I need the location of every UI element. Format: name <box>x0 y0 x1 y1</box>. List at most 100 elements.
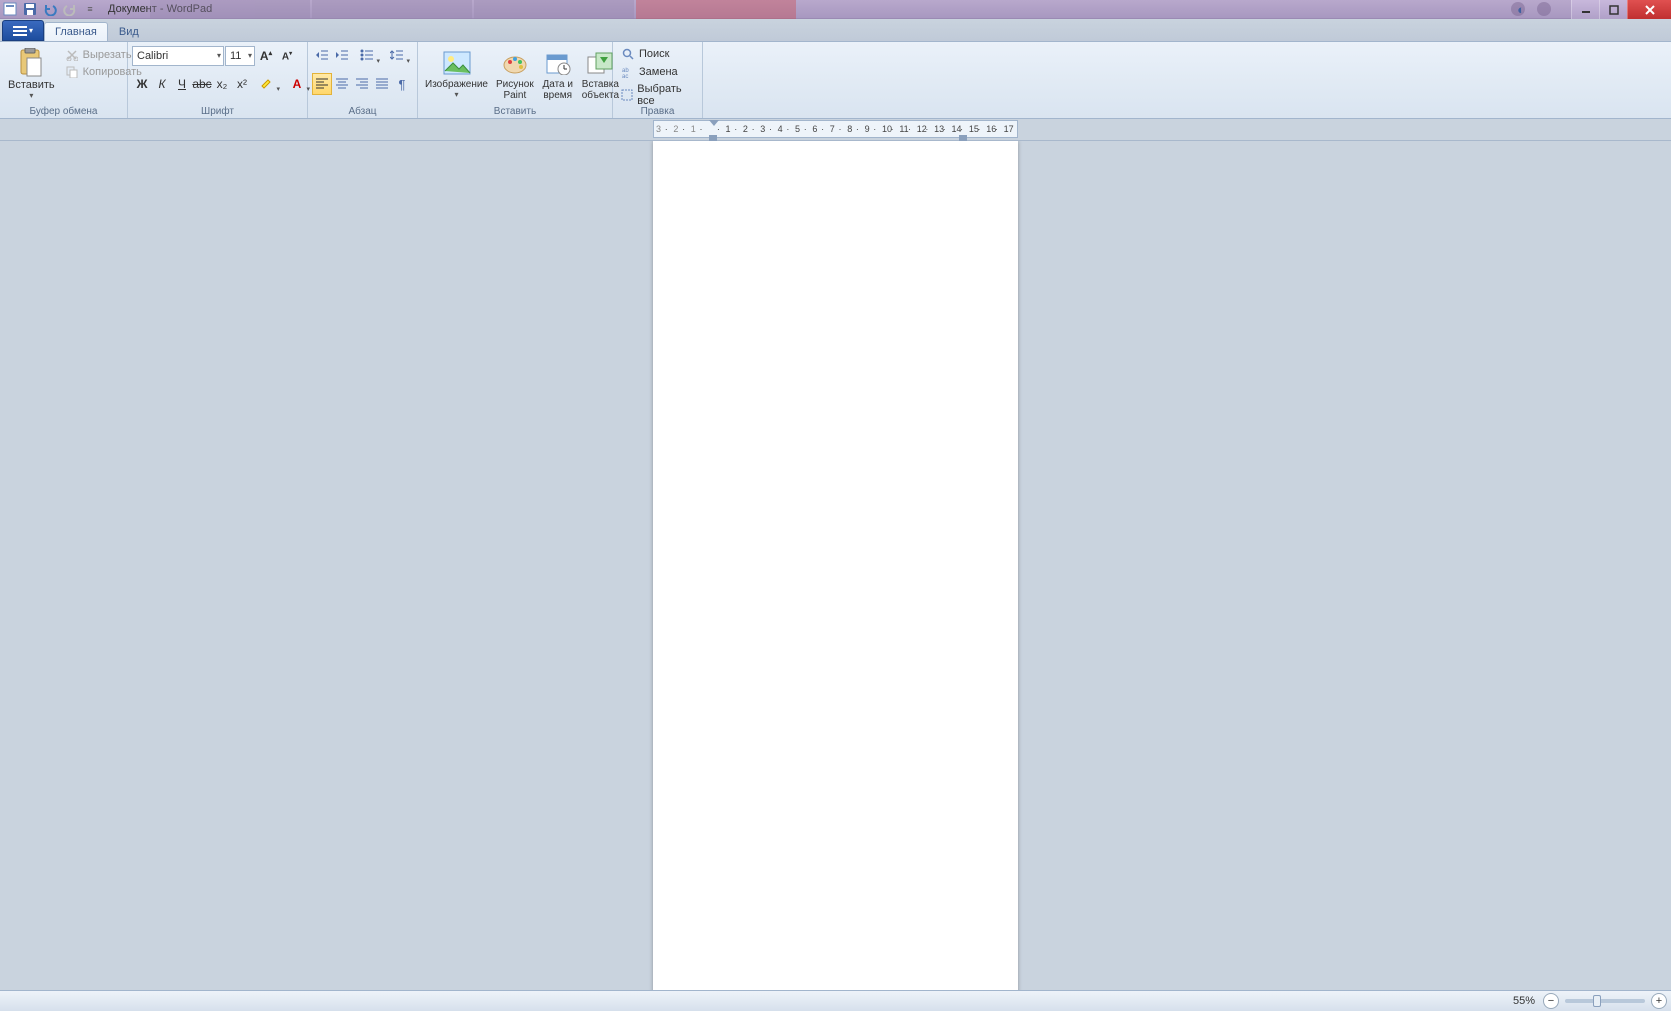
ruler-mark: 1 <box>726 124 731 134</box>
object-icon <box>584 47 616 79</box>
select-all-icon <box>621 88 633 102</box>
group-paragraph: ▾ ▾ ¶ Абзац <box>308 42 418 118</box>
ruler-tick: · <box>908 124 911 134</box>
underline-label: Ч <box>178 77 186 91</box>
ruler-tick: · <box>995 124 998 134</box>
ruler-tick: · <box>960 124 963 134</box>
ruler-tick: · <box>699 124 702 134</box>
font-color-icon: A <box>293 77 302 91</box>
strikethrough-button[interactable]: abc <box>192 73 212 95</box>
help-icon[interactable]: ◐ <box>1511 0 1531 19</box>
horizontal-ruler[interactable]: 3·2·1··1·2·3·4·5·6·7·8·9·10·11·12·13·14·… <box>653 120 1018 138</box>
ruler-tick: · <box>856 124 859 134</box>
insert-drawing-button[interactable]: РисунокPaint <box>493 45 537 103</box>
file-menu-button[interactable]: ▾ <box>2 20 44 41</box>
line-spacing-button[interactable]: ▾ <box>382 45 412 67</box>
minimize-button[interactable] <box>1571 0 1599 19</box>
save-icon[interactable] <box>22 1 38 17</box>
superscript-button[interactable]: x² <box>232 73 252 95</box>
paste-button[interactable]: Вставить ▾ <box>4 45 59 102</box>
tab-home[interactable]: Главная <box>44 22 108 41</box>
line-spacing-icon <box>390 49 404 64</box>
grow-font-icon: A▴ <box>260 49 272 63</box>
document-area[interactable] <box>0 141 1671 990</box>
close-button[interactable] <box>1627 0 1671 19</box>
window-controls <box>1571 0 1671 19</box>
group-insert: Изображение ▾ РисунокPaint Дата ивремя В… <box>418 42 613 118</box>
select-all-button[interactable]: Выбрать все <box>617 81 698 109</box>
italic-button[interactable]: К <box>152 73 172 95</box>
strike-label: abc <box>192 77 211 91</box>
shrink-font-button[interactable]: A▾ <box>277 45 297 67</box>
insert-image-button[interactable]: Изображение ▾ <box>422 45 491 101</box>
search-icon <box>621 47 635 61</box>
image-icon <box>441 47 473 79</box>
maximize-button[interactable] <box>1599 0 1627 19</box>
qat-customize-icon[interactable]: ≡ <box>82 1 98 17</box>
group-edit: Поиск abac Замена Выбрать все Правка <box>613 42 703 118</box>
quick-access-toolbar: ≡ <box>0 1 98 17</box>
ruler-mark: 8 <box>847 124 852 134</box>
italic-label: К <box>158 77 165 91</box>
ruler-tick: · <box>769 124 772 134</box>
font-size-value: 11 <box>230 50 241 62</box>
paragraph-icon: ¶ <box>399 77 406 92</box>
subscript-label: x₂ <box>217 77 228 91</box>
replace-button[interactable]: abac Замена <box>617 63 682 81</box>
subscript-button[interactable]: x₂ <box>212 73 232 95</box>
ruler-mark: 9 <box>865 124 870 134</box>
group-clipboard: Вставить ▾ Вырезать Копировать Буфер обм… <box>0 42 128 118</box>
zoom-slider[interactable] <box>1565 999 1645 1003</box>
zoom-slider-thumb[interactable] <box>1593 995 1601 1007</box>
ruler-tick: · <box>752 124 755 134</box>
page[interactable] <box>653 141 1018 990</box>
undo-icon[interactable] <box>42 1 58 17</box>
insert-datetime-label1: Дата и <box>542 79 573 90</box>
insert-datetime-label2: время <box>543 90 572 101</box>
insert-group-label: Вставить <box>418 106 612 117</box>
align-left-button[interactable] <box>312 73 332 95</box>
tab-view[interactable]: Вид <box>108 22 150 41</box>
ruler-tick: · <box>665 124 668 134</box>
align-center-button[interactable] <box>332 73 352 95</box>
zoom-in-button[interactable]: + <box>1651 993 1667 1009</box>
align-justify-icon <box>375 77 389 92</box>
bullets-button[interactable]: ▾ <box>352 45 382 67</box>
paragraph-group-label: Абзац <box>308 106 417 117</box>
group-font: Calibri ▾ 11 ▾ A▴ A▾ Ж К Ч abc x₂ <box>128 42 308 118</box>
chevron-down-icon: ▾ <box>276 85 280 93</box>
paragraph-dialog-button[interactable]: ¶ <box>392 73 412 95</box>
bullets-icon <box>360 49 374 64</box>
replace-label: Замена <box>639 66 678 78</box>
font-family-combo[interactable]: Calibri ▾ <box>132 46 224 66</box>
zoom-level-label: 55% <box>1513 995 1535 1007</box>
insert-datetime-button[interactable]: Дата ивремя <box>539 45 577 103</box>
superscript-label: x² <box>237 77 247 91</box>
ruler-mark: 7 <box>830 124 835 134</box>
align-right-button[interactable] <box>352 73 372 95</box>
zoom-out-button[interactable]: − <box>1543 993 1559 1009</box>
ruler-tick: · <box>943 124 946 134</box>
indent-icon <box>335 49 349 64</box>
shrink-font-icon: A▾ <box>282 50 292 62</box>
ruler-tick: · <box>891 124 894 134</box>
find-button[interactable]: Поиск <box>617 45 673 63</box>
align-justify-button[interactable] <box>372 73 392 95</box>
bold-button[interactable]: Ж <box>132 73 152 95</box>
decrease-indent-button[interactable] <box>312 45 332 67</box>
cut-label: Вырезать <box>83 49 132 61</box>
edit-group-label: Правка <box>613 106 702 117</box>
grow-font-button[interactable]: A▴ <box>256 45 276 67</box>
ruler-tick: · <box>786 124 789 134</box>
increase-indent-button[interactable] <box>332 45 352 67</box>
ribbon-tabstrip: ▾ Главная Вид <box>0 19 1671 42</box>
font-size-combo[interactable]: 11 ▾ <box>225 46 255 66</box>
chevron-down-icon: ▾ <box>29 91 33 100</box>
redo-icon[interactable] <box>62 1 78 17</box>
chevron-down-icon: ▾ <box>454 90 458 99</box>
highlight-color-button[interactable]: ▾ <box>252 73 282 95</box>
titlebar: ≡ Документ - WordPad ◐ <box>0 0 1671 19</box>
underline-button[interactable]: Ч <box>172 73 192 95</box>
ruler-mark: 2 <box>673 124 678 134</box>
copy-icon <box>65 65 79 79</box>
